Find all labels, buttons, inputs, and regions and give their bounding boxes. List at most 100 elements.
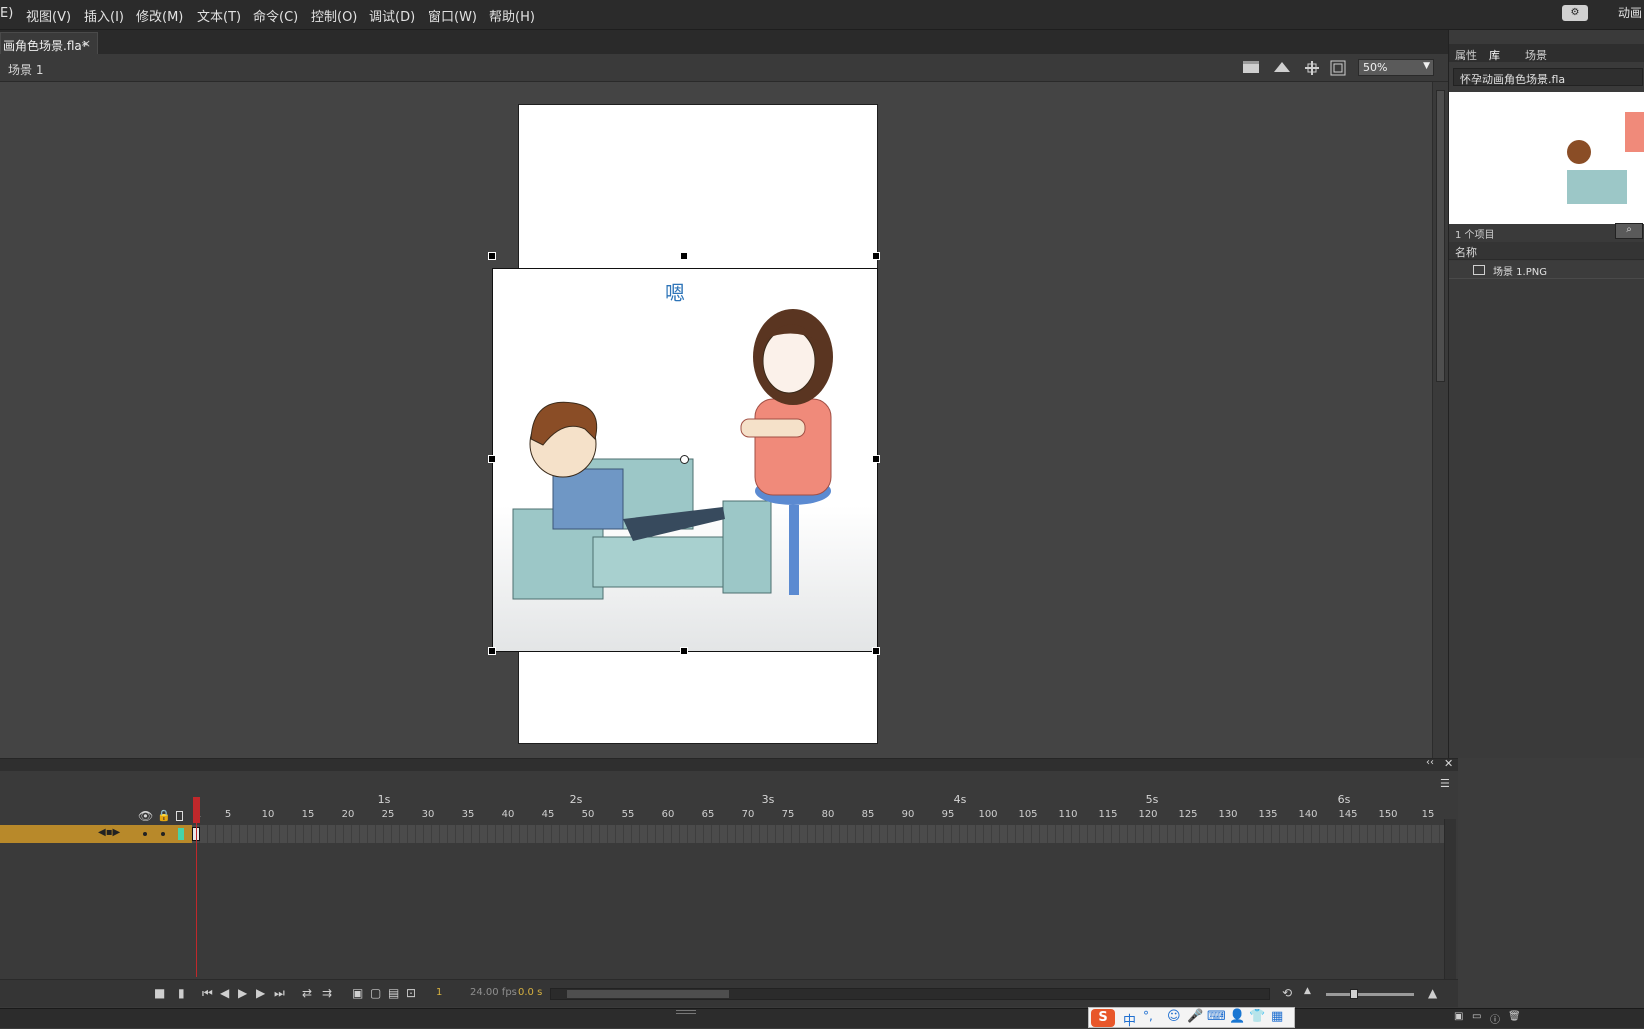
close-icon[interactable]: × xyxy=(82,37,91,50)
stage-vertical-scrollbar[interactable] xyxy=(1432,82,1448,758)
center-stage-icon[interactable] xyxy=(1304,60,1320,76)
frame-tick: 55 xyxy=(621,809,635,820)
eye-icon[interactable]: 👁 xyxy=(138,809,153,823)
new-folder-icon[interactable]: ▭ xyxy=(1472,1011,1481,1022)
properties-icon[interactable]: ⓘ xyxy=(1490,1011,1500,1026)
menu-insert[interactable]: 插入(I) xyxy=(84,6,124,25)
timeline-horizontal-scrollbar[interactable] xyxy=(550,988,1270,1000)
ime-toolbar[interactable]: S 中 °, ☺ 🎤 ⌨ 👤 👕 ▦ xyxy=(1088,1007,1295,1029)
layer-visible-dot[interactable] xyxy=(143,832,147,836)
delete-icon[interactable]: 🗑 xyxy=(1508,1011,1521,1022)
last-frame-icon[interactable]: ⏭ xyxy=(274,986,285,1001)
symbol-edit-icon[interactable] xyxy=(1272,60,1292,74)
transform-handle-ml[interactable] xyxy=(488,455,496,463)
tab-properties[interactable]: 属性 xyxy=(1455,47,1477,63)
onion-skin-icon[interactable]: ▣ xyxy=(352,986,363,1000)
library-item-name: 场景 1.PNG xyxy=(1493,267,1547,278)
menu-edit[interactable]: E) xyxy=(0,6,13,21)
step-back-icon[interactable]: ◀ xyxy=(220,986,229,1000)
menu-modify[interactable]: 修改(M) xyxy=(136,6,183,25)
document-tab[interactable]: 画角色场景.fla* × xyxy=(0,32,98,54)
resize-grip[interactable] xyxy=(676,1010,696,1014)
microphone-icon[interactable]: 🎤 xyxy=(1187,1009,1203,1024)
frame-rate[interactable]: 24.00 fps xyxy=(470,987,517,998)
zoom-slider-thumb[interactable] xyxy=(1350,989,1358,999)
transform-handle-tm[interactable] xyxy=(680,252,688,260)
layer-color-swatch[interactable] xyxy=(178,828,184,840)
library-search-icon[interactable]: ⌕ xyxy=(1615,223,1643,239)
layer-lock-dot[interactable] xyxy=(161,832,165,836)
workspace-label[interactable]: 动画 xyxy=(1618,4,1642,21)
frame-tick: 140 xyxy=(1298,809,1318,820)
skin-icon[interactable]: 👕 xyxy=(1249,1009,1265,1024)
transform-handle-br[interactable] xyxy=(872,647,880,655)
toolbox-icon[interactable]: ▦ xyxy=(1271,1009,1283,1024)
transform-pivot[interactable] xyxy=(680,455,689,464)
menu-text[interactable]: 文本(T) xyxy=(197,6,241,25)
transform-handle-tr[interactable] xyxy=(872,252,880,260)
scrollbar-thumb[interactable] xyxy=(567,990,729,998)
menu-debug[interactable]: 调试(D) xyxy=(369,6,415,25)
timeline-ruler[interactable]: 1s 2s 3s 4s 5s 6s 1 5 10 15 20 25 30 35 … xyxy=(186,759,1446,827)
menu-control[interactable]: 控制(O) xyxy=(311,6,357,25)
first-frame-icon[interactable]: ⏮ xyxy=(202,986,213,1001)
new-symbol-icon[interactable]: ▣ xyxy=(1454,1011,1463,1022)
user-icon[interactable]: 👤 xyxy=(1229,1009,1245,1024)
menu-commands[interactable]: 命令(C) xyxy=(253,6,298,25)
frame-tick: 60 xyxy=(661,809,675,820)
scrollbar-thumb[interactable] xyxy=(1436,90,1445,382)
library-column-header[interactable]: 名称 xyxy=(1455,244,1477,260)
library-item[interactable]: 场景 1.PNG xyxy=(1449,261,1644,279)
modify-markers-icon[interactable]: ⊡ xyxy=(406,986,416,1000)
outline-icon[interactable] xyxy=(176,811,183,821)
camera-icon[interactable]: ■ xyxy=(154,986,165,1000)
ime-mode-label[interactable]: 中 xyxy=(1123,1010,1136,1029)
lock-icon[interactable]: 🔒 xyxy=(157,809,171,822)
tab-scene[interactable]: 场景 xyxy=(1525,47,1547,63)
loop-icon[interactable]: ⇄ xyxy=(302,986,312,1000)
step-forward-icon[interactable]: ▶ xyxy=(256,986,265,1000)
transform-handle-bl[interactable] xyxy=(488,647,496,655)
zoom-out-icon[interactable]: ▲ xyxy=(1304,986,1311,996)
library-item-count: 1 个项目 xyxy=(1455,230,1495,241)
zoom-slider[interactable] xyxy=(1326,989,1414,999)
current-frame[interactable]: 1 xyxy=(436,987,442,998)
emoji-icon[interactable]: ☺ xyxy=(1167,1009,1181,1024)
edit-multiple-icon[interactable]: ▤ xyxy=(388,986,399,1000)
frame-tick: 35 xyxy=(461,809,475,820)
scene-breadcrumb[interactable]: 场景 1 xyxy=(8,61,43,78)
library-file-select[interactable]: 怀孕动画角色场景.fla xyxy=(1453,68,1643,86)
clip-content-icon[interactable] xyxy=(1330,60,1346,76)
sogou-logo-icon: S xyxy=(1091,1009,1115,1027)
menu-view[interactable]: 视图(V) xyxy=(26,6,71,25)
ime-punct-label[interactable]: °, xyxy=(1143,1009,1153,1023)
menu-help[interactable]: 帮助(H) xyxy=(489,6,535,25)
elapsed-time[interactable]: 0.0 s xyxy=(518,987,542,998)
document-tab-title: 画角色场景.fla* xyxy=(3,39,88,53)
frame-tick: 15 xyxy=(1421,809,1435,820)
second-label: 6s xyxy=(1337,793,1351,806)
onion-outline-icon[interactable]: ▢ xyxy=(370,986,381,1000)
zoom-select[interactable]: 50% ▼ xyxy=(1358,59,1434,76)
tab-library[interactable]: 库 xyxy=(1489,47,1500,63)
transform-handle-tl[interactable] xyxy=(488,252,496,260)
settings-gear-icon[interactable]: ⚙ xyxy=(1562,5,1588,21)
refresh-icon[interactable]: ⟲ xyxy=(1282,986,1292,1000)
playhead[interactable] xyxy=(193,797,200,977)
zoom-in-icon[interactable]: ▲ xyxy=(1428,986,1437,1000)
stage-area[interactable]: 嗯 xyxy=(0,82,1432,758)
menu-window[interactable]: 窗口(W) xyxy=(428,6,477,25)
keyboard-icon[interactable]: ⌨ xyxy=(1207,1009,1226,1024)
document-tab-bar: 画角色场景.fla* × xyxy=(0,30,1448,54)
frame-tick: 90 xyxy=(901,809,915,820)
timeline-vertical-scrollbar[interactable] xyxy=(1444,819,1456,987)
center-frame-icon[interactable]: ⇉ xyxy=(322,986,332,1000)
layer-row-active[interactable]: ◀▪▶ xyxy=(0,825,192,843)
play-icon[interactable]: ▶ xyxy=(238,986,247,1000)
layer-nav-icon[interactable]: ◀▪▶ xyxy=(98,827,120,838)
frames-track[interactable] xyxy=(192,825,1444,843)
record-icon[interactable]: ▮ xyxy=(178,986,185,1000)
transform-handle-mr[interactable] xyxy=(872,455,880,463)
transform-handle-bm[interactable] xyxy=(680,647,688,655)
clapper-icon[interactable] xyxy=(1242,60,1262,74)
